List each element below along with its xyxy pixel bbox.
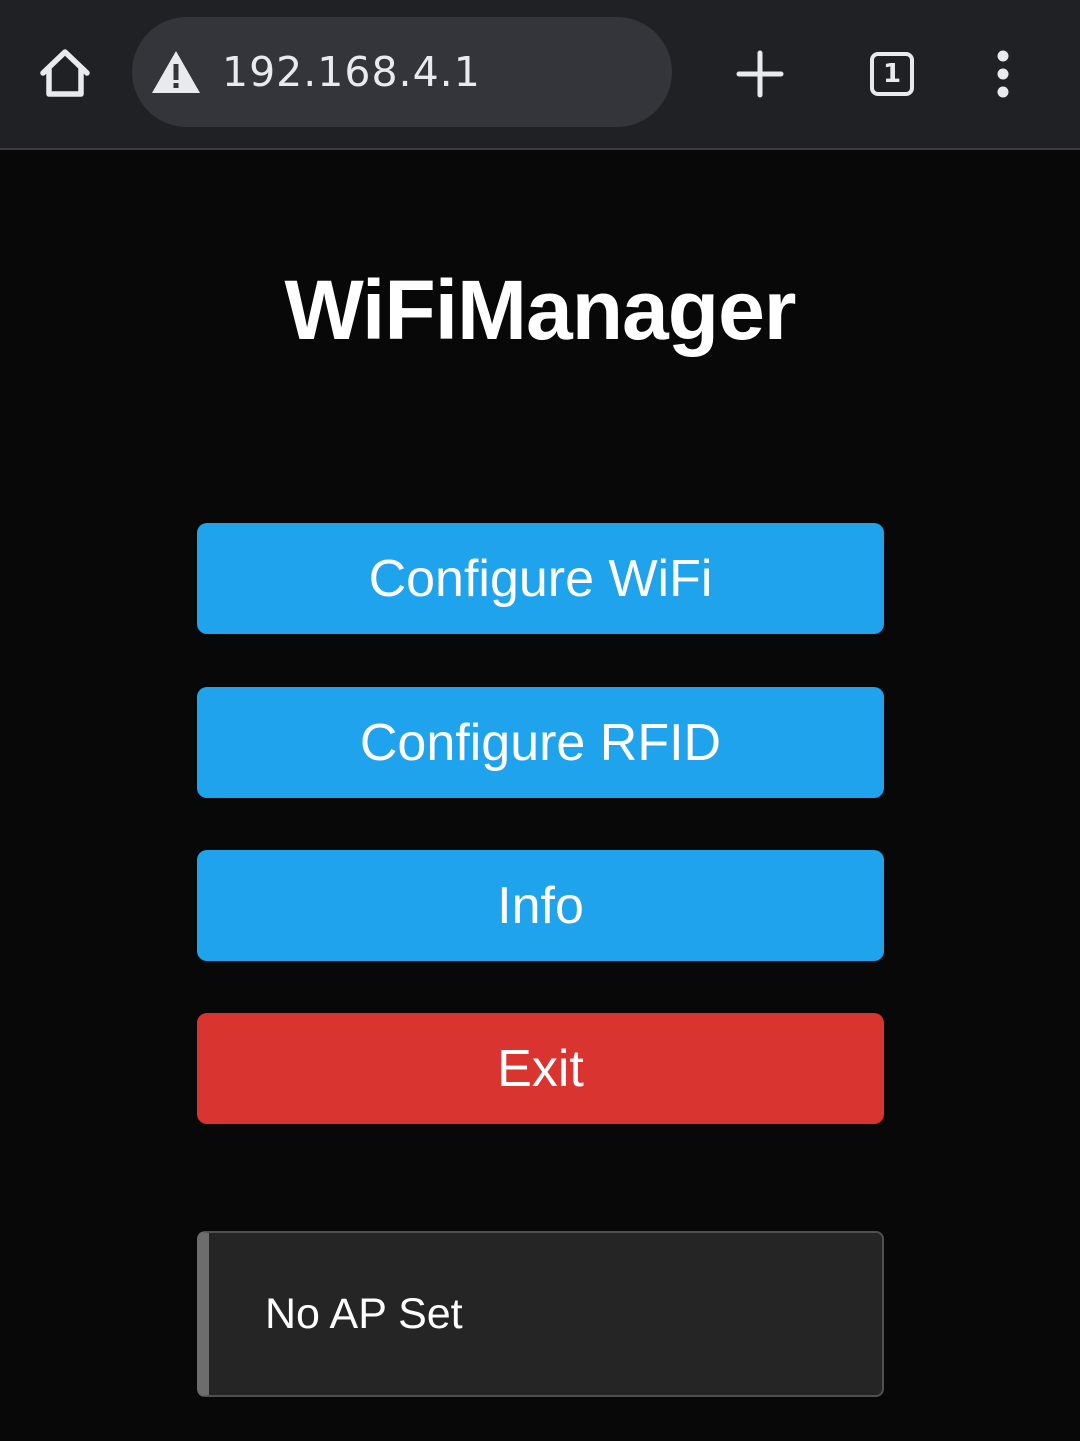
status-text: No AP Set (265, 1289, 463, 1338)
plus-icon (736, 50, 784, 98)
url-text: 192.168.4.1 (222, 48, 481, 96)
address-bar[interactable]: 192.168.4.1 (132, 17, 672, 127)
exit-button[interactable]: Exit (197, 1013, 884, 1124)
tab-switcher-button[interactable]: 1 (862, 44, 922, 104)
configure-wifi-button[interactable]: Configure WiFi (197, 523, 884, 634)
new-tab-button[interactable] (730, 44, 790, 104)
home-button[interactable] (30, 40, 100, 106)
more-vert-icon (997, 50, 1009, 98)
overflow-menu-button[interactable] (980, 44, 1026, 104)
browser-toolbar: 192.168.4.1 1 (0, 0, 1080, 150)
home-icon (40, 49, 90, 97)
info-button[interactable]: Info (197, 850, 884, 961)
tab-count: 1 (882, 59, 902, 89)
page-title: WiFiManager (284, 263, 797, 357)
warning-triangle-icon[interactable] (150, 49, 202, 95)
status-message-box: No AP Set (197, 1231, 884, 1397)
tab-switcher-icon: 1 (870, 52, 914, 96)
configure-rfid-button[interactable]: Configure RFID (197, 687, 884, 798)
